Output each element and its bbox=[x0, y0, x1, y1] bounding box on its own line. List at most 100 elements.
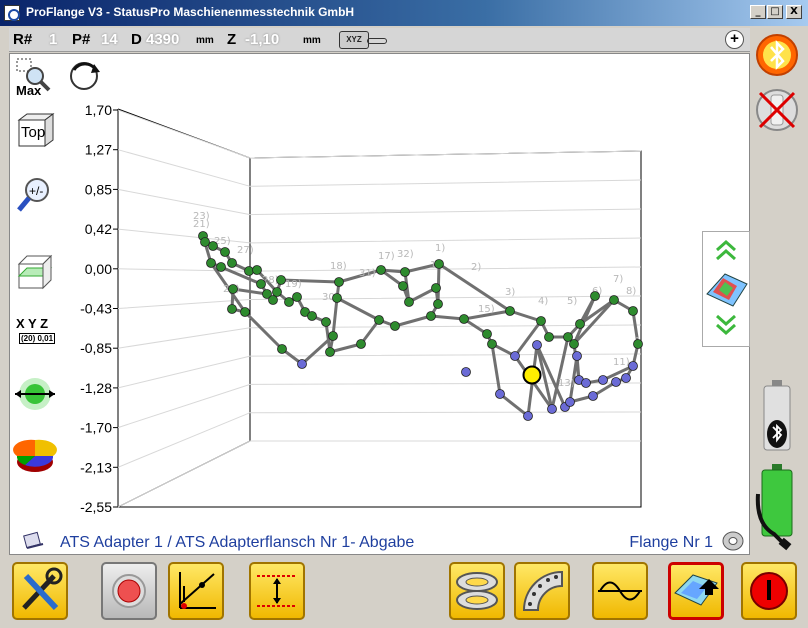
measurement-point[interactable] bbox=[390, 321, 400, 331]
measurement-point[interactable] bbox=[277, 344, 287, 354]
close-button[interactable]: X bbox=[786, 5, 802, 19]
measurement-point[interactable] bbox=[268, 295, 278, 305]
chevron-up-icon[interactable] bbox=[716, 239, 736, 261]
point-label: 7) bbox=[613, 274, 623, 285]
power-button[interactable] bbox=[741, 562, 797, 620]
d-label: D bbox=[131, 31, 142, 48]
below-point[interactable] bbox=[581, 378, 591, 388]
measurement-point[interactable] bbox=[272, 287, 282, 297]
settings-button[interactable] bbox=[12, 562, 68, 620]
flatness-range-button[interactable] bbox=[249, 562, 305, 620]
measurement-point[interactable] bbox=[356, 339, 366, 349]
record-icon bbox=[112, 574, 146, 608]
measurement-point[interactable] bbox=[536, 316, 546, 326]
y-tick-label: 1,27 bbox=[85, 142, 112, 158]
measurement-point[interactable] bbox=[398, 281, 408, 291]
below-point[interactable] bbox=[297, 359, 307, 369]
measurement-point[interactable] bbox=[252, 265, 262, 275]
y-tick-label: 0,00 bbox=[85, 261, 112, 277]
measurement-point[interactable] bbox=[459, 314, 469, 324]
below-point[interactable] bbox=[598, 375, 608, 385]
measurement-point[interactable] bbox=[376, 265, 386, 275]
flange-rings-button[interactable] bbox=[449, 562, 505, 620]
profile-wave-button[interactable] bbox=[592, 562, 648, 620]
below-point[interactable] bbox=[547, 404, 557, 414]
measurement-point[interactable] bbox=[307, 311, 317, 321]
measurement-point[interactable] bbox=[208, 241, 218, 251]
below-point[interactable] bbox=[621, 373, 631, 383]
point-label: 8) bbox=[626, 286, 636, 297]
measurement-point[interactable] bbox=[431, 283, 441, 293]
below-point[interactable] bbox=[611, 377, 621, 387]
below-point[interactable] bbox=[565, 397, 575, 407]
measurement-point[interactable] bbox=[482, 329, 492, 339]
measurement-point[interactable] bbox=[227, 258, 237, 268]
measurement-point[interactable] bbox=[240, 307, 250, 317]
measurement-point[interactable] bbox=[505, 306, 515, 316]
measurement-point[interactable] bbox=[321, 317, 331, 327]
measurement-point[interactable] bbox=[292, 292, 302, 302]
below-point[interactable] bbox=[628, 361, 638, 371]
measurement-point[interactable] bbox=[404, 297, 414, 307]
measurement-point[interactable] bbox=[325, 347, 335, 357]
measurement-point[interactable] bbox=[569, 339, 579, 349]
surface-3d-icon[interactable] bbox=[706, 273, 748, 307]
gridline bbox=[117, 109, 642, 159]
add-button[interactable]: + bbox=[725, 30, 744, 49]
measurement-point[interactable] bbox=[284, 297, 294, 307]
main-view: Max Top +/- X Y Z (20) 0,01 1,70 1,27 0,… bbox=[9, 53, 750, 555]
segment-button[interactable] bbox=[514, 562, 570, 620]
measurement-point[interactable] bbox=[220, 247, 230, 257]
measurement-point[interactable] bbox=[332, 293, 342, 303]
maximize-button[interactable]: □ bbox=[767, 5, 783, 19]
measurement-point[interactable] bbox=[228, 284, 238, 294]
export-3d-button[interactable] bbox=[668, 562, 724, 620]
y-tick-label: -1,70 bbox=[80, 420, 112, 436]
point-label: 3) bbox=[505, 287, 515, 298]
measurement-point[interactable] bbox=[434, 259, 444, 269]
record-button[interactable] bbox=[101, 562, 157, 620]
gridline bbox=[117, 440, 641, 508]
flange-segment-icon bbox=[522, 570, 563, 611]
below-point[interactable] bbox=[572, 351, 582, 361]
below-point[interactable] bbox=[523, 411, 533, 421]
point-labels: 23)21)25)27)28)19)21)18)31)17)32)1)1)2)3… bbox=[193, 211, 641, 389]
measurement-point[interactable] bbox=[575, 319, 585, 329]
sensor-disconnected-button[interactable] bbox=[754, 87, 800, 133]
chart-edge bbox=[331, 297, 339, 337]
below-point[interactable] bbox=[588, 391, 598, 401]
measurement-point[interactable] bbox=[374, 315, 384, 325]
measurement-point[interactable] bbox=[334, 277, 344, 287]
below-point[interactable] bbox=[495, 389, 505, 399]
chevron-down-icon[interactable] bbox=[716, 314, 736, 336]
reference-line-button[interactable] bbox=[168, 562, 224, 620]
measurement-point[interactable] bbox=[433, 299, 443, 309]
xyz-sensor-icon[interactable]: XYZ bbox=[339, 31, 369, 49]
measurement-point[interactable] bbox=[426, 311, 436, 321]
measurement-point[interactable] bbox=[206, 258, 216, 268]
below-point[interactable] bbox=[461, 367, 471, 377]
bluetooth-button[interactable] bbox=[754, 32, 800, 78]
flange-3d-chart[interactable]: 1,70 1,27 0,85 0,42 0,00 -0,43 -0,85 -1,28 -1,70… bbox=[10, 54, 751, 524]
measurement-point[interactable] bbox=[216, 262, 226, 272]
measurement-point[interactable] bbox=[628, 306, 638, 316]
measurement-point[interactable] bbox=[328, 331, 338, 341]
measurement-point[interactable] bbox=[487, 339, 497, 349]
measurement-point[interactable] bbox=[244, 266, 254, 276]
point-label: 19) bbox=[285, 279, 302, 290]
selected-point[interactable] bbox=[522, 365, 542, 385]
below-point[interactable] bbox=[510, 351, 520, 361]
minimize-button[interactable]: _ bbox=[750, 5, 766, 19]
measurement-point[interactable] bbox=[609, 295, 619, 305]
measurement-point[interactable] bbox=[544, 332, 554, 342]
measurement-point[interactable] bbox=[276, 275, 286, 285]
y-axis-ticks: 1,70 1,27 0,85 0,42 0,00 -0,43 -0,85 -1,28 -1,70… bbox=[80, 102, 118, 515]
measurement-point[interactable] bbox=[400, 267, 410, 277]
below-point[interactable] bbox=[532, 340, 542, 350]
measurement-point[interactable] bbox=[200, 237, 210, 247]
measurement-point[interactable] bbox=[633, 339, 643, 349]
tools-icon bbox=[22, 567, 63, 611]
measurement-point[interactable] bbox=[227, 304, 237, 314]
measurement-point[interactable] bbox=[256, 279, 266, 289]
measurement-point[interactable] bbox=[590, 291, 600, 301]
